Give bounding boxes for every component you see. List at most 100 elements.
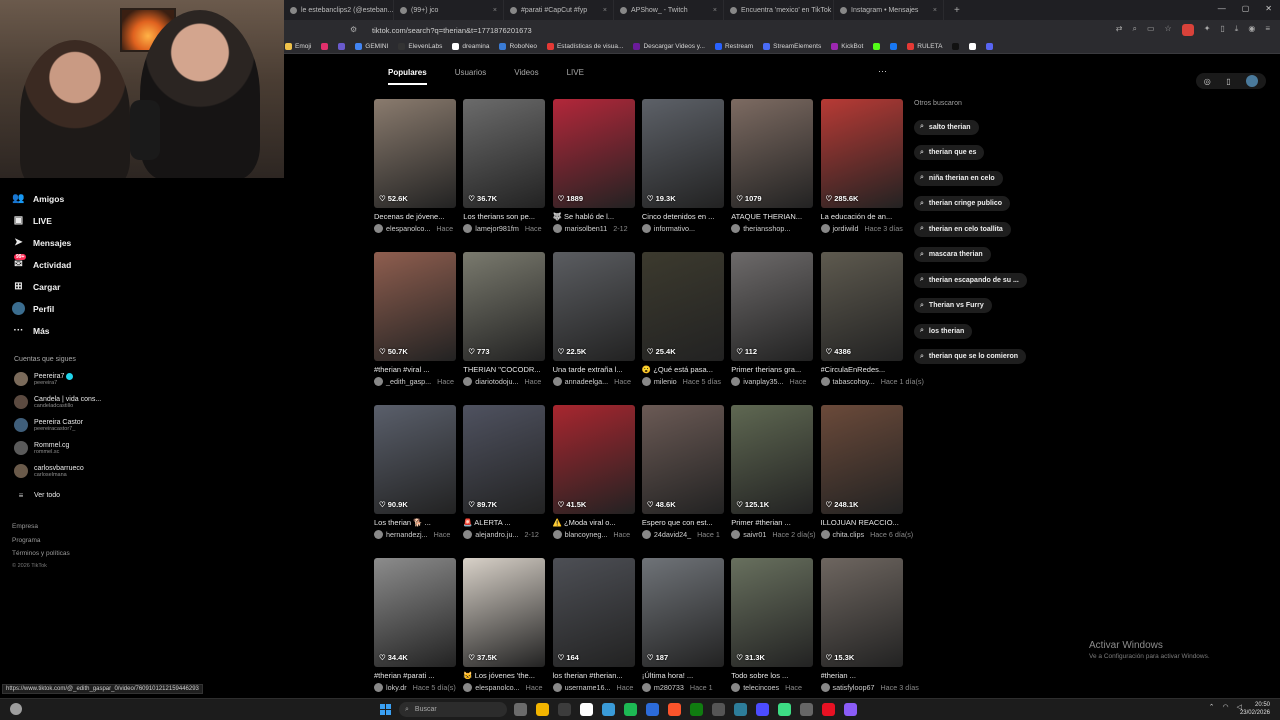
video-caption[interactable]: La educación de an... xyxy=(821,212,907,222)
clock[interactable]: 20:50 23/02/2026 xyxy=(1240,701,1270,717)
bookmark-item[interactable]: StreamElements xyxy=(763,43,821,50)
video-author[interactable]: loky.dr Hace 5 día(s) xyxy=(374,683,464,692)
followed-account[interactable]: Peereira7 peereira7 xyxy=(14,372,74,386)
video-card[interactable]: ♡ 1079 ATAQUE THERIAN... theriansshop... xyxy=(731,99,814,233)
browser-tab[interactable]: Encuentra 'mexico' en TikTok | Busca× xyxy=(724,0,834,20)
video-author[interactable]: blancoyneg... Hace xyxy=(552,530,643,539)
capture-icon[interactable] xyxy=(712,703,725,716)
more-options-icon[interactable]: ··· xyxy=(878,66,887,76)
bookmark-item[interactable] xyxy=(986,43,994,50)
sidebar-item-more[interactable]: ··· Más xyxy=(12,324,50,337)
video-caption[interactable]: 🐺 Se habló de l... xyxy=(553,212,639,222)
avatar[interactable] xyxy=(1246,75,1259,87)
video-card[interactable]: ♡ 4386 #CirculaEnRedes... tabascohoy... Hace… xyxy=(820,252,924,386)
bookmark-star-icon[interactable]: ☆ xyxy=(1165,24,1172,36)
new-tab-icon[interactable]: + xyxy=(954,5,960,16)
sidebar-item-live[interactable]: ▣ LIVE xyxy=(12,214,52,227)
taskbar-search[interactable]: ⌕ Buscar xyxy=(399,702,507,717)
close-tab-icon[interactable]: × xyxy=(493,7,497,14)
maximize-icon[interactable]: ▢ xyxy=(1242,4,1250,13)
download-icon[interactable]: ⤓ xyxy=(1235,24,1239,36)
video-thumbnail[interactable]: ♡ 25.4K xyxy=(641,252,724,361)
bookmark-item[interactable]: ElevenLabs xyxy=(398,43,442,50)
video-card[interactable]: ♡ 19.3K Cinco detenidos en ... informativo.… xyxy=(641,99,724,233)
video-author[interactable]: tabascohoy... Hace 1 día(s) xyxy=(820,377,924,386)
file-explorer-icon[interactable] xyxy=(536,703,549,716)
video-caption[interactable]: THERIAN "COCODR... xyxy=(463,365,549,375)
video-thumbnail[interactable]: ♡ 19.3K xyxy=(641,99,724,208)
video-thumbnail[interactable]: ♡ 31.3K xyxy=(731,558,814,667)
video-thumbnail[interactable]: ♡ 52.6K xyxy=(374,99,456,208)
video-caption[interactable]: Primer therians gra... xyxy=(731,365,817,375)
bookmark-item[interactable]: dreamina xyxy=(452,43,489,50)
tab-live[interactable]: LIVE xyxy=(567,68,584,85)
video-card[interactable]: ♡ 31.3K Todo sobre los ... telecincoes Hace xyxy=(731,558,814,692)
editor-icon[interactable] xyxy=(844,703,857,716)
video-author[interactable]: elespanolco... Hace xyxy=(374,224,464,233)
video-card[interactable]: ♡ 89.7K 🚨 ALERTA ... alejandro.ju... 2-12 xyxy=(463,405,546,539)
video-card[interactable]: ♡ 90.9K Los therian 🐕 ... hernandezj... Hace xyxy=(374,405,456,539)
related-search-chip[interactable]: ⌕ therian que se lo comieron xyxy=(914,349,1026,364)
site-info-icon[interactable]: ⚙ xyxy=(350,25,360,35)
video-author[interactable]: alejandro.ju... 2-12 xyxy=(463,530,553,539)
bookmark-item[interactable] xyxy=(969,43,977,50)
terminal-icon[interactable] xyxy=(558,703,571,716)
spotify-icon[interactable] xyxy=(624,703,637,716)
video-author[interactable]: elespanolco... Hace xyxy=(463,683,553,692)
video-card[interactable]: ♡ 112 Primer therians gra... ivanplay35... H… xyxy=(731,252,814,386)
video-author[interactable]: satisfyloop67 Hace 3 días xyxy=(820,683,919,692)
video-author[interactable]: diariotodoju... Hace xyxy=(463,377,553,386)
video-caption[interactable]: ¡Última hora! ... xyxy=(642,671,728,681)
video-card[interactable]: ♡ 25.4K 😮 ¿Qué está pasa... milenio Hace 5 d… xyxy=(641,252,724,386)
task-view-icon[interactable] xyxy=(514,703,527,716)
sidebar-item-activity[interactable]: ✉ 99+ Actividad xyxy=(12,254,71,271)
bookmark-item[interactable]: Descargar Videos y... xyxy=(633,43,705,50)
close-icon[interactable]: ✕ xyxy=(1265,4,1272,13)
video-thumbnail[interactable]: ♡ 187 xyxy=(641,558,724,667)
sidebar-item-friends[interactable]: 👥 Amigos xyxy=(12,192,64,205)
video-card[interactable]: ♡ 248.1K ILLOJUAN REACCIO... chita.clips Hac… xyxy=(820,405,913,539)
chevron-up-icon[interactable]: ⌃ xyxy=(1209,703,1215,711)
video-author[interactable]: 24david24_ Hace 1 xyxy=(641,530,732,539)
video-author[interactable]: milenio Hace 5 días xyxy=(641,377,732,386)
video-thumbnail[interactable]: ♡ 4386 xyxy=(820,252,903,361)
menu-icon[interactable]: ≡ xyxy=(1265,24,1270,36)
related-search-chip[interactable]: ⌕ Therian vs Furry xyxy=(914,298,992,313)
video-caption[interactable]: los therian #therian... xyxy=(553,671,639,681)
bookmark-item[interactable]: RULETA xyxy=(907,43,942,50)
browser-tab[interactable]: APShow_ - Twitch × xyxy=(614,0,724,20)
video-author[interactable]: theriansshop... xyxy=(731,224,821,233)
video-card[interactable]: ♡ 34.4K #therian #parati ... loky.dr Hace 5 … xyxy=(374,558,456,692)
video-thumbnail[interactable]: ♡ 164 xyxy=(552,558,635,667)
video-author[interactable]: hernandezj... Hace xyxy=(374,530,464,539)
video-thumbnail[interactable]: ♡ 22.5K xyxy=(552,252,635,361)
close-tab-icon[interactable]: × xyxy=(603,7,607,14)
video-caption[interactable]: #CirculaEnRedes... xyxy=(821,365,907,375)
followed-account[interactable]: Candela | vida cons... candeladcastillo xyxy=(14,395,101,409)
video-caption[interactable]: #therian #parati ... xyxy=(374,671,460,681)
video-card[interactable]: ♡ 187 ¡Última hora! ... m280733 Hace 1 xyxy=(641,558,724,692)
browser-tab[interactable]: #parati #CapCut #fyp × xyxy=(504,0,614,20)
followed-account[interactable]: carlosvbarrueco carloselmana xyxy=(14,464,84,478)
store-icon[interactable] xyxy=(602,703,615,716)
media-icon[interactable] xyxy=(822,703,835,716)
video-caption[interactable]: Una tarde extraña l... xyxy=(553,365,639,375)
browser-tab[interactable]: Instagram • Mensajes × xyxy=(834,0,944,20)
video-caption[interactable]: 🚨 ALERTA ... xyxy=(463,518,549,528)
bookmark-item[interactable]: RoboNeo xyxy=(499,43,537,50)
video-caption[interactable]: ATAQUE THERIAN... xyxy=(731,212,817,222)
video-caption[interactable]: #therian #viral ... xyxy=(374,365,460,375)
notepad-icon[interactable] xyxy=(580,703,593,716)
obs-icon[interactable] xyxy=(800,703,813,716)
bookmark-item[interactable] xyxy=(338,43,346,50)
video-author[interactable]: annadeelga... Hace xyxy=(552,377,643,386)
video-author[interactable]: informativo... xyxy=(641,224,732,233)
video-card[interactable]: ♡ 1889 🐺 Se habló de l... marisolben11 2-12 xyxy=(552,99,635,233)
video-caption[interactable]: Los therians son pe... xyxy=(463,212,549,222)
video-thumbnail[interactable]: ♡ 125.1K xyxy=(731,405,814,514)
zoom-icon[interactable]: ⌕ xyxy=(1132,24,1136,36)
related-search-chip[interactable]: ⌕ therian cringe publico xyxy=(914,196,1011,211)
video-thumbnail[interactable]: ♡ 1889 xyxy=(552,99,635,208)
video-caption[interactable]: ILLOJUAN REACCIO... xyxy=(821,518,907,528)
video-thumbnail[interactable]: ♡ 90.9K xyxy=(374,405,456,514)
